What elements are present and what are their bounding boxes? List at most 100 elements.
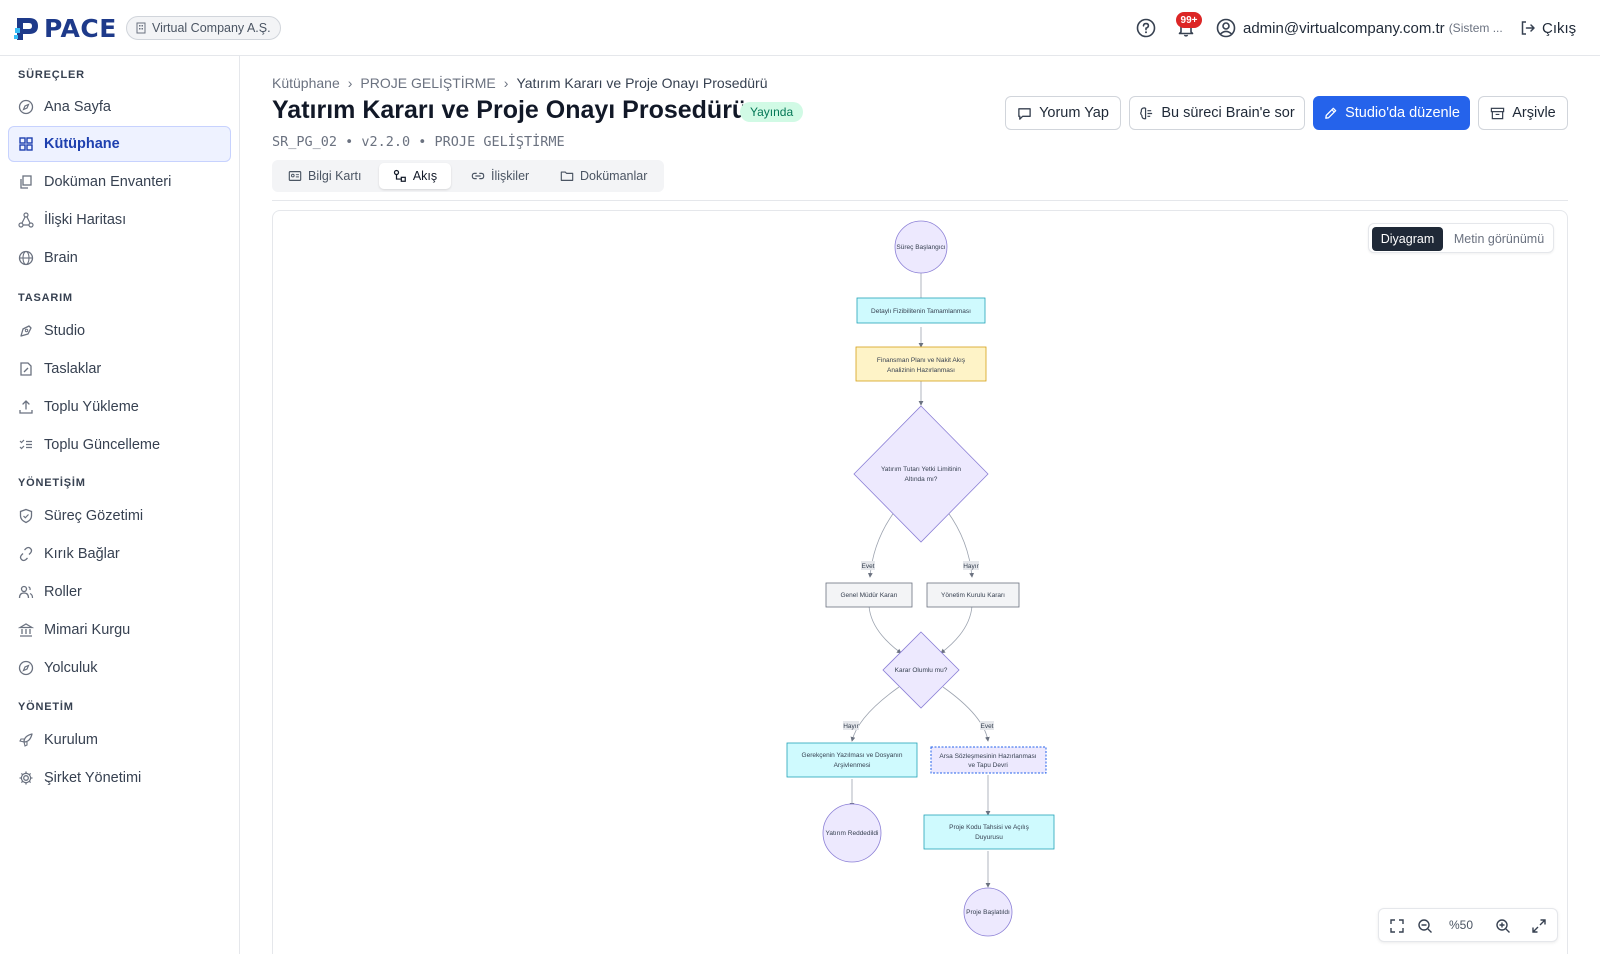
shield-check-icon [19, 508, 33, 524]
edge-label-hayir: Hayır [843, 723, 859, 730]
user-circle-icon [1216, 18, 1236, 38]
svg-text:Karar Olumlu mu?: Karar Olumlu mu? [895, 667, 948, 674]
sidebar-item-kurulum[interactable]: Kurulum [8, 722, 231, 758]
view-toggle: Diyagram Metin görünümü [1368, 223, 1554, 253]
sidebar-item-ana-sayfa[interactable]: Ana Sayfa [8, 89, 231, 125]
tab-label: İlişkiler [491, 169, 530, 183]
sidebar-item-surec-gozetimi[interactable]: Süreç Gözetimi [8, 498, 231, 534]
fullscreen-button[interactable] [1529, 916, 1549, 936]
flow-node-genel-mudur[interactable]: Genel Müdür Kararı [825, 582, 913, 608]
svg-text:ve Tapu Devri: ve Tapu Devri [968, 762, 1008, 769]
flow-node-arsa-sozlesmesi[interactable]: Arsa Sözleşmesinin Hazırlanması ve Tapu … [930, 746, 1047, 774]
archive-button[interactable]: Arşivle [1478, 96, 1568, 130]
sidebar-item-label: Yolculuk [44, 660, 98, 676]
sidebar-item-mimari-kurgu[interactable]: Mimari Kurgu [8, 612, 231, 648]
user-email: admin@virtualcompany.com.tr [1243, 19, 1445, 37]
view-diagram-button[interactable]: Diyagram [1372, 227, 1443, 251]
upload-icon [19, 400, 33, 414]
tab-akis[interactable]: Akış [379, 163, 451, 189]
breadcrumb-link-kutuphane[interactable]: Kütüphane [272, 75, 340, 91]
sidebar-item-studio[interactable]: Studio [8, 313, 231, 349]
help-circle-icon [1136, 18, 1156, 38]
sidebar-item-taslaklar[interactable]: Taslaklar [8, 351, 231, 387]
sidebar-item-label: Taslaklar [44, 361, 102, 377]
sidebar-item-label: Toplu Yükleme [44, 399, 139, 415]
zoom-in-icon [1496, 919, 1510, 933]
fit-view-button[interactable] [1387, 916, 1407, 936]
company-selector[interactable]: Virtual Company A.Ş. [126, 16, 281, 40]
svg-text:Analizinin Hazırlanması: Analizinin Hazırlanması [887, 367, 955, 374]
sidebar-item-toplu-guncelleme[interactable]: Toplu Güncelleme [8, 427, 231, 463]
flow-node-yonetim-kurulu[interactable]: Yönetim Kurulu Kararı [926, 582, 1020, 608]
building-icon [136, 22, 146, 34]
tab-dokumanlar[interactable]: Dokümanlar [560, 163, 647, 189]
tab-bilgi-karti[interactable]: Bilgi Kartı [288, 163, 362, 189]
flow-node-end[interactable]: Proje Başlatıldı [963, 887, 1013, 937]
edit-in-studio-label: Studio'da düzenle [1345, 105, 1460, 121]
flow-node-gerekce[interactable]: Gerekçenin Yazılması ve Dosyanın Arşivle… [786, 742, 918, 778]
tab-label: Dokümanlar [580, 169, 648, 183]
expand-icon [1532, 919, 1546, 933]
ask-brain-button[interactable]: Bu süreci Brain'e sor [1129, 96, 1305, 130]
draft-file-icon [20, 362, 32, 376]
help-button[interactable] [1136, 18, 1156, 38]
documents-icon [20, 175, 32, 189]
sidebar-item-dokuman-envanteri[interactable]: Doküman Envanteri [8, 164, 231, 200]
comment-button-label: Yorum Yap [1039, 105, 1109, 121]
breadcrumb-current: Yatırım Kararı ve Proje Onayı Prosedürü [516, 75, 768, 91]
app-logo[interactable]: PACE [14, 12, 117, 44]
flow-node-start[interactable]: Süreç Başlangıcı [894, 220, 948, 274]
sidebar-item-brain[interactable]: Brain [8, 240, 231, 276]
user-role: (Sistem ... [1448, 21, 1503, 35]
sidebar-item-toplu-yukleme[interactable]: Toplu Yükleme [8, 389, 231, 425]
flow-node-finans[interactable]: Finansman Planı ve Nakit Akış Analizinin… [855, 346, 987, 382]
logout-label: Çıkış [1542, 19, 1577, 37]
sidebar-item-label: Studio [44, 323, 86, 339]
logout-button[interactable]: Çıkış [1520, 18, 1576, 38]
zoom-in-button[interactable] [1493, 916, 1513, 936]
edit-in-studio-button[interactable]: Studio'da düzenle [1313, 96, 1470, 130]
svg-text:Altında mı?: Altında mı? [905, 476, 938, 483]
breadcrumb-link-category[interactable]: PROJE GELİŞTİRME [360, 75, 495, 91]
sidebar-item-roller[interactable]: Roller [8, 574, 231, 610]
view-text-button[interactable]: Metin görünümü [1447, 227, 1551, 251]
process-meta: SR_PG_02 • v2.2.0 • PROJE GELİŞTİRME [272, 134, 565, 150]
flow-edge [850, 686, 900, 742]
svg-text:Duyurusu: Duyurusu [975, 834, 1003, 841]
fit-view-icon [1390, 919, 1404, 933]
flow-edge [868, 605, 902, 654]
pace-logo-icon [14, 18, 38, 40]
comment-button[interactable]: Yorum Yap [1005, 96, 1121, 130]
flow-node-decision-olumlu[interactable]: Karar Olumlu mu? [882, 631, 960, 709]
flow-diagram: Evet Hayır Hayır Evet Süreç Başlangıcı D… [786, 220, 1055, 937]
sidebar-item-iliski-haritasi[interactable]: İlişki Haritası [8, 202, 231, 238]
pen-tool-icon [20, 325, 32, 337]
sidebar-section-title: SÜREÇLER [18, 69, 85, 81]
flow-icon [393, 169, 406, 182]
flow-node-decision-yetki[interactable]: Yatırım Tutarı Yetki Limitinin Altında m… [853, 405, 989, 543]
folder-icon [560, 171, 574, 181]
sidebar-item-sirket-yonetimi[interactable]: Şirket Yönetimi [8, 760, 231, 796]
zoom-level: %50 [1448, 918, 1474, 932]
flow-node-yatirim-reddedildi[interactable]: Yatırım Reddedildi [822, 803, 882, 863]
tab-iliskiler[interactable]: İlişkiler [471, 163, 529, 189]
sidebar-item-yolculuk[interactable]: Yolculuk [8, 650, 231, 686]
svg-text:Detaylı Fizibilitenin Tamamlan: Detaylı Fizibilitenin Tamamlanması [871, 308, 971, 315]
logout-icon [1521, 21, 1535, 35]
sidebar-section-title: YÖNETİM [18, 701, 74, 713]
sidebar-item-kutuphane[interactable]: Kütüphane [8, 126, 231, 162]
flow-node-proje-kodu[interactable]: Proje Kodu Tahsisi ve Açılış Duyurusu [923, 814, 1055, 850]
globe-icon [18, 250, 34, 266]
flow-edge [940, 605, 973, 654]
zoom-out-button[interactable] [1415, 916, 1435, 936]
sidebar-item-label: Kırık Bağlar [44, 546, 120, 562]
svg-text:Süreç Başlangıcı: Süreç Başlangıcı [896, 244, 945, 251]
company-name: Virtual Company A.Ş. [152, 21, 271, 35]
sidebar-item-label: İlişki Haritası [44, 212, 127, 228]
grid-icon [19, 137, 33, 151]
flow-node-fizibilite[interactable]: Detaylı Fizibilitenin Tamamlanması [856, 297, 986, 324]
chevron-right-icon: › [347, 75, 353, 91]
flow-diagram-panel[interactable]: Evet Hayır Hayır Evet Süreç Başlangıcı D… [272, 210, 1568, 954]
sidebar-item-kirik-baglar[interactable]: Kırık Bağlar [8, 536, 231, 572]
user-menu[interactable]: admin@virtualcompany.com.tr (Sistem ... [1216, 18, 1503, 38]
